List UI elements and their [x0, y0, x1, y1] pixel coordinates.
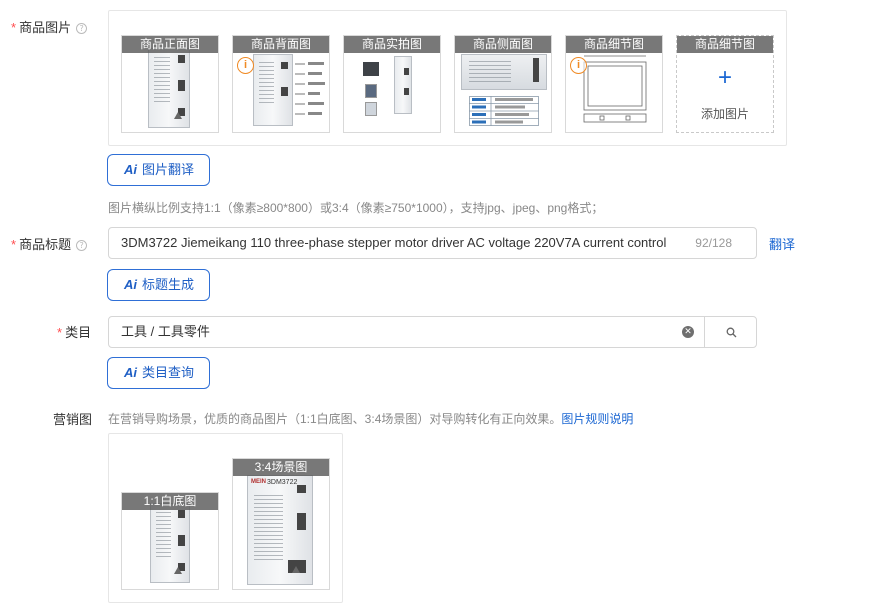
thumbnail-caption: 商品细节图	[677, 36, 773, 53]
image-translate-label: 图片翻译	[142, 162, 195, 177]
title-generate-button[interactable]: Ai 标题生成	[107, 269, 211, 301]
thumbnail-caption: 商品实拍图	[344, 36, 440, 53]
product-photo	[394, 56, 412, 114]
marketing-hint-text: 在营销导购场景，优质的商品图片（1:1白底图、3:4场景图）对导购转化有正向效果…	[108, 412, 562, 426]
ai-icon: Ai	[124, 365, 137, 380]
title-translate-link[interactable]: 翻译	[769, 234, 795, 253]
required-marker: *	[57, 325, 63, 340]
thumbnail-caption: 商品侧面图	[455, 36, 551, 53]
thumbnail-caption: 1:1白底图	[122, 493, 218, 510]
marketing-label: 营销图	[53, 412, 93, 427]
product-images-label: * 商品图片?	[11, 17, 88, 36]
product-images-box: 商品正面图 i 商品背面图 商品实拍图 商品侧面图 i 商品细节图 + 添加图片…	[108, 10, 787, 146]
product-photo	[150, 503, 190, 583]
plus-icon: +	[717, 64, 732, 91]
image-rules-link[interactable]: 图片规则说明	[561, 412, 633, 426]
product-photo-small	[363, 62, 379, 76]
image-format-hint: 图片横纵比例支持1:1（像素≥800*800）或3:4（像素≥750*1000）…	[108, 201, 604, 215]
product-image-back[interactable]: i 商品背面图	[232, 35, 330, 133]
search-icon	[726, 327, 737, 338]
category-label: * 类目	[57, 322, 91, 341]
product-image-front[interactable]: 商品正面图	[121, 35, 219, 133]
marketing-image-scene[interactable]: MEIN 3DM3722 3:4场景图	[232, 458, 330, 590]
category-search-button[interactable]	[704, 317, 757, 347]
ai-icon: Ai	[124, 277, 137, 292]
model-text: 3DM3722	[267, 479, 298, 486]
thumbnail-caption: 商品背面图	[233, 36, 329, 53]
callout-lines	[295, 62, 325, 115]
help-icon[interactable]: ?	[76, 240, 88, 251]
product-photo	[461, 54, 547, 90]
help-icon[interactable]: ?	[76, 23, 88, 34]
title-label: * 商品标题?	[11, 234, 88, 253]
marketing-image-white-bg[interactable]: 1:1白底图	[121, 492, 219, 590]
required-marker: *	[11, 20, 17, 35]
add-image-slot[interactable]: + 添加图片 商品细节图	[676, 35, 774, 133]
title-input-value[interactable]: 3DM3722 Jiemeikang 110 three-phase stepp…	[121, 228, 686, 258]
thumbnail-caption: 商品细节图	[566, 36, 662, 53]
category-query-button[interactable]: Ai 类目查询	[107, 357, 211, 389]
title-generate-label: 标题生成	[142, 277, 195, 292]
product-photo	[247, 475, 313, 585]
category-label-text: 类目	[65, 325, 92, 340]
product-image-actual[interactable]: 商品实拍图	[343, 35, 441, 133]
product-images-label-text: 商品图片	[19, 20, 72, 35]
category-input[interactable]: 工具 / 工具零件 ✕	[108, 316, 757, 348]
required-marker: *	[11, 237, 17, 252]
product-photo-box	[365, 102, 377, 116]
thumbnail-caption: 商品正面图	[122, 36, 218, 53]
brand-logo: MEIN	[251, 479, 266, 485]
product-photo-box	[365, 84, 377, 98]
title-input[interactable]: 3DM3722 Jiemeikang 110 three-phase stepp…	[108, 227, 757, 259]
title-label-text: 商品标题	[19, 237, 72, 252]
clear-icon[interactable]: ✕	[682, 326, 694, 338]
product-photo	[253, 54, 293, 126]
spec-table	[469, 96, 539, 126]
category-query-label: 类目查询	[142, 365, 195, 380]
warning-icon[interactable]: i	[570, 57, 587, 74]
product-image-detail[interactable]: i 商品细节图	[565, 35, 663, 133]
category-value[interactable]: 工具 / 工具零件	[121, 317, 210, 347]
add-image-label: 添加图片	[700, 107, 749, 121]
image-translate-button[interactable]: Ai 图片翻译	[107, 154, 211, 186]
marketing-images-box: 1:1白底图 MEIN 3DM3722 3:4场景图	[108, 433, 343, 603]
title-char-count: 92/128	[695, 236, 732, 250]
ai-icon: Ai	[124, 162, 137, 177]
warning-icon[interactable]: i	[237, 57, 254, 74]
product-photo	[148, 48, 190, 128]
thumbnail-caption: 3:4场景图	[233, 459, 329, 476]
product-image-side[interactable]: 商品侧面图	[454, 35, 552, 133]
marketing-hint: 在营销导购场景，优质的商品图片（1:1白底图、3:4场景图）对导购转化有正向效果…	[108, 410, 633, 427]
